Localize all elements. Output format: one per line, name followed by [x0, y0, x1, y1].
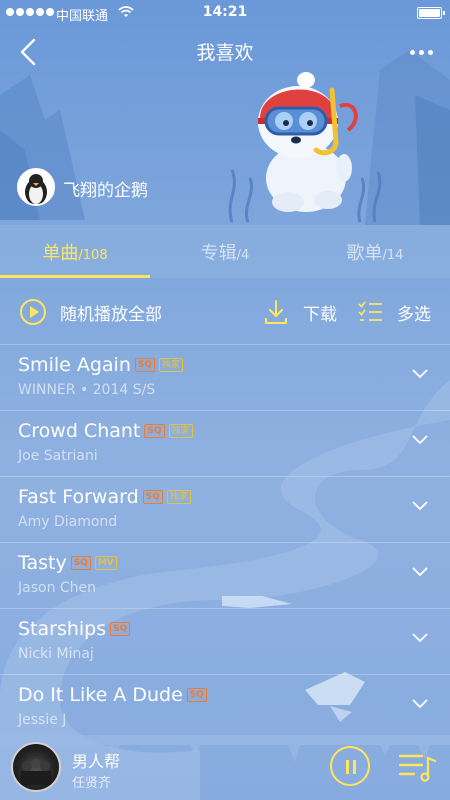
battery-icon — [417, 7, 445, 19]
tab-playlists[interactable]: 歌单/14 — [300, 239, 450, 265]
more-dot-icon — [418, 49, 424, 55]
tab-count: /108 — [78, 248, 108, 263]
song-title: Fast Forward — [18, 486, 139, 508]
sq-badge: SQ — [142, 490, 163, 504]
status-bar: 中国联通 14:21 — [0, 0, 450, 26]
tab-count: /14 — [382, 248, 404, 263]
download-icon — [265, 300, 287, 324]
song-row[interactable]: Tasty SQ MV Jason Chen — [0, 543, 450, 609]
multi-select-label: 多选 — [397, 304, 431, 325]
song-title: Starships — [18, 618, 107, 640]
pause-button[interactable] — [330, 746, 370, 786]
song-row[interactable]: Starships SQ Nicki Minaj — [0, 609, 450, 675]
song-artist: Joe Satriani — [18, 448, 98, 464]
song-title: Tasty — [18, 552, 67, 574]
song-title: Crowd Chant — [18, 420, 141, 442]
username: 飞翔的企鹅 — [63, 181, 148, 201]
chevron-down-icon[interactable] — [412, 567, 428, 577]
exclusive-badge: 独家 — [168, 424, 193, 438]
chevron-down-icon[interactable] — [412, 633, 428, 643]
more-options-button[interactable] — [406, 44, 436, 60]
exclusive-badge: 独家 — [166, 490, 191, 504]
tab-albums[interactable]: 专辑/4 — [150, 239, 300, 265]
chevron-down-icon[interactable] — [412, 501, 428, 511]
more-dot-icon — [409, 49, 415, 55]
tab-label: 单曲 — [42, 243, 79, 264]
polar-bear-mascot-illustration — [258, 72, 358, 212]
penguin-avatar-icon — [25, 174, 47, 204]
tab-count: /4 — [236, 248, 250, 263]
tab-singles[interactable]: 单曲/108 — [0, 239, 150, 265]
now-playing-title: 男人帮 — [72, 752, 121, 771]
more-dot-icon — [427, 49, 433, 55]
song-row[interactable]: Fast Forward SQ 独家 Amy Diamond — [0, 477, 450, 543]
song-artist: Amy Diamond — [18, 514, 118, 530]
sq-badge: SQ — [134, 358, 156, 372]
song-title: Smile Again — [18, 354, 131, 376]
sq-badge: SQ — [70, 556, 91, 570]
album-cover[interactable] — [11, 742, 61, 792]
tab-label: 歌单 — [346, 243, 383, 264]
song-row[interactable]: Smile Again SQ 独家 WINNER • 2014 S/S — [0, 345, 450, 411]
chevron-down-icon[interactable] — [412, 369, 428, 379]
chevron-down-icon[interactable] — [412, 699, 428, 709]
tab-label: 专辑 — [200, 243, 237, 264]
user-avatar[interactable] — [17, 168, 55, 206]
song-artist: Jessie J — [18, 712, 67, 728]
download-button[interactable]: 下载 — [263, 297, 337, 327]
play-circle-icon — [20, 299, 46, 325]
download-label: 下载 — [303, 304, 337, 325]
page-title: 我喜欢 — [196, 42, 254, 64]
shuffle-play-all-button[interactable]: 随机播放全部 — [20, 297, 162, 327]
sq-badge: SQ — [144, 424, 165, 438]
chevron-down-icon[interactable] — [412, 435, 428, 445]
now-playing-artist: 任贤齐 — [72, 776, 112, 791]
song-title: Do It Like A Dude — [18, 684, 183, 706]
song-artist: Nicki Minaj — [18, 646, 94, 662]
mv-badge: MV — [94, 556, 117, 570]
status-time: 14:21 — [202, 4, 248, 20]
sq-badge: SQ — [110, 622, 131, 636]
song-artist: Jason Chen — [18, 580, 97, 596]
exclusive-badge: 独家 — [159, 358, 184, 372]
multi-select-icon — [358, 301, 382, 321]
play-all-label: 随机播放全部 — [60, 304, 162, 325]
playlist-queue-button[interactable] — [398, 750, 438, 784]
multi-select-button[interactable]: 多选 — [357, 297, 431, 327]
song-artist: WINNER • 2014 S/S — [18, 382, 156, 398]
active-tab-indicator — [0, 275, 150, 278]
screen: 中国联通 14:21 我喜欢 飞翔的企鹅 单曲/108 专辑/4 歌单/14 随… — [0, 0, 450, 800]
song-row[interactable]: Crowd Chant SQ 独家 Joe Satriani — [0, 411, 450, 477]
album-cover-art — [21, 759, 51, 785]
song-row[interactable]: Do It Like A Dude SQ Jessie J — [0, 675, 450, 741]
tab-bar: 单曲/108 专辑/4 歌单/14 — [0, 225, 450, 278]
sq-badge: SQ — [186, 688, 207, 702]
mini-player[interactable]: 男人帮 任贤齐 — [0, 734, 450, 800]
